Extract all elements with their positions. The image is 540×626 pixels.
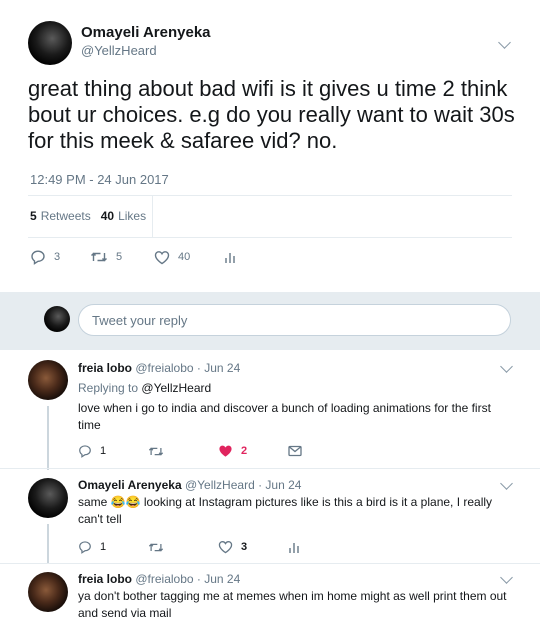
reply-action[interactable]: 1	[78, 540, 148, 554]
like-action[interactable]: 2	[218, 444, 288, 458]
main-actions: 3 5 40	[30, 249, 236, 265]
thread-line	[47, 524, 49, 564]
stats-separator	[152, 195, 153, 237]
reply-avatar[interactable]	[28, 572, 68, 612]
chevron-down-icon[interactable]	[500, 477, 513, 490]
thread-line	[47, 406, 49, 470]
reply-date[interactable]: · Jun 24	[258, 478, 301, 492]
author-name[interactable]: Omayeli Arenyeka	[81, 24, 211, 41]
like-count: 3	[241, 541, 248, 553]
reply-icon	[31, 250, 45, 265]
heart-icon	[218, 541, 233, 554]
reply-author-name[interactable]: Omayeli Arenyeka	[78, 478, 182, 492]
chevron-down-icon[interactable]	[498, 36, 511, 49]
retweet-icon	[148, 447, 164, 455]
reply-author-handle[interactable]: @freialobo	[135, 572, 193, 586]
reply-input[interactable]: Tweet your reply	[78, 304, 511, 336]
reply-actions: 1 3	[78, 540, 300, 554]
reply-icon	[79, 541, 91, 554]
reply-count: 1	[100, 541, 107, 553]
tweet-stats: 5 Retweets 40 Likes	[30, 209, 146, 223]
like-count: 40	[178, 251, 191, 263]
reply-avatar[interactable]	[28, 478, 68, 518]
retweet-icon	[91, 252, 107, 262]
reply-author-name[interactable]: freia lobo	[78, 572, 132, 586]
envelope-icon	[288, 445, 302, 457]
divider	[28, 195, 512, 196]
like-action[interactable]: 3	[218, 540, 288, 554]
reply-author-handle[interactable]: @YellzHeard	[185, 478, 255, 492]
reply-count: 1	[100, 445, 107, 457]
retweet-action[interactable]	[148, 445, 218, 458]
tweet-timestamp[interactable]: 12:49 PM - 24 Jun 2017	[30, 172, 169, 187]
retweet-count: 5	[116, 251, 123, 263]
reply-avatar[interactable]	[28, 360, 68, 400]
reply-author-handle[interactable]: @freialobo	[135, 361, 193, 375]
reply-text: love when i go to india and discover a b…	[78, 401, 491, 432]
chevron-down-icon[interactable]	[500, 571, 513, 584]
reply-action[interactable]: 3	[30, 249, 90, 265]
reply-separator	[0, 468, 540, 469]
author-handle[interactable]: @YellzHeard	[81, 43, 157, 58]
reply-header: freia lobo @freialobo · Jun 24	[78, 361, 240, 375]
analytics-action[interactable]	[288, 540, 300, 554]
heart-filled-icon	[219, 445, 232, 457]
tweet-text: great thing about bad wifi is it gives u…	[28, 76, 515, 153]
reply-action[interactable]: 1	[78, 444, 148, 458]
retweet-action[interactable]: 5	[90, 250, 154, 264]
author-avatar[interactable]	[28, 21, 72, 65]
analytics-action[interactable]	[224, 250, 236, 264]
replying-to-handle[interactable]: @YellzHeard	[141, 381, 211, 395]
like-count: 2	[241, 445, 248, 457]
reply-text: ya don't bother tagging me at memes when…	[78, 589, 507, 620]
replying-to-label: Replying to	[78, 381, 139, 395]
reply-date[interactable]: · Jun 24	[197, 572, 240, 586]
reply-count: 3	[54, 251, 61, 263]
reply-icon	[79, 445, 91, 458]
analytics-icon	[225, 253, 235, 263]
reply-separator	[0, 563, 540, 564]
divider	[28, 237, 512, 238]
reply-actions: 1 2	[78, 444, 302, 458]
reply-text: same 😂😂 looking at Instagram pictures li…	[78, 495, 493, 526]
analytics-icon	[289, 543, 299, 553]
replying-to: Replying to @YellzHeard	[78, 381, 211, 395]
retweet-icon	[148, 543, 164, 551]
heart-icon	[154, 250, 170, 264]
like-action[interactable]: 40	[154, 250, 224, 265]
message-action[interactable]	[288, 445, 302, 457]
reply-date[interactable]: · Jun 24	[197, 361, 240, 375]
reply-header: freia lobo @freialobo · Jun 24	[78, 572, 240, 586]
reply-author-name[interactable]: freia lobo	[78, 361, 132, 375]
retweet-action[interactable]	[148, 541, 218, 554]
chevron-down-icon[interactable]	[500, 360, 513, 373]
retweets-stat[interactable]: 5 Retweets	[30, 209, 91, 223]
likes-stat[interactable]: 40 Likes	[101, 209, 146, 223]
current-user-avatar	[44, 306, 70, 332]
reply-header: Omayeli Arenyeka @YellzHeard · Jun 24	[78, 478, 301, 492]
